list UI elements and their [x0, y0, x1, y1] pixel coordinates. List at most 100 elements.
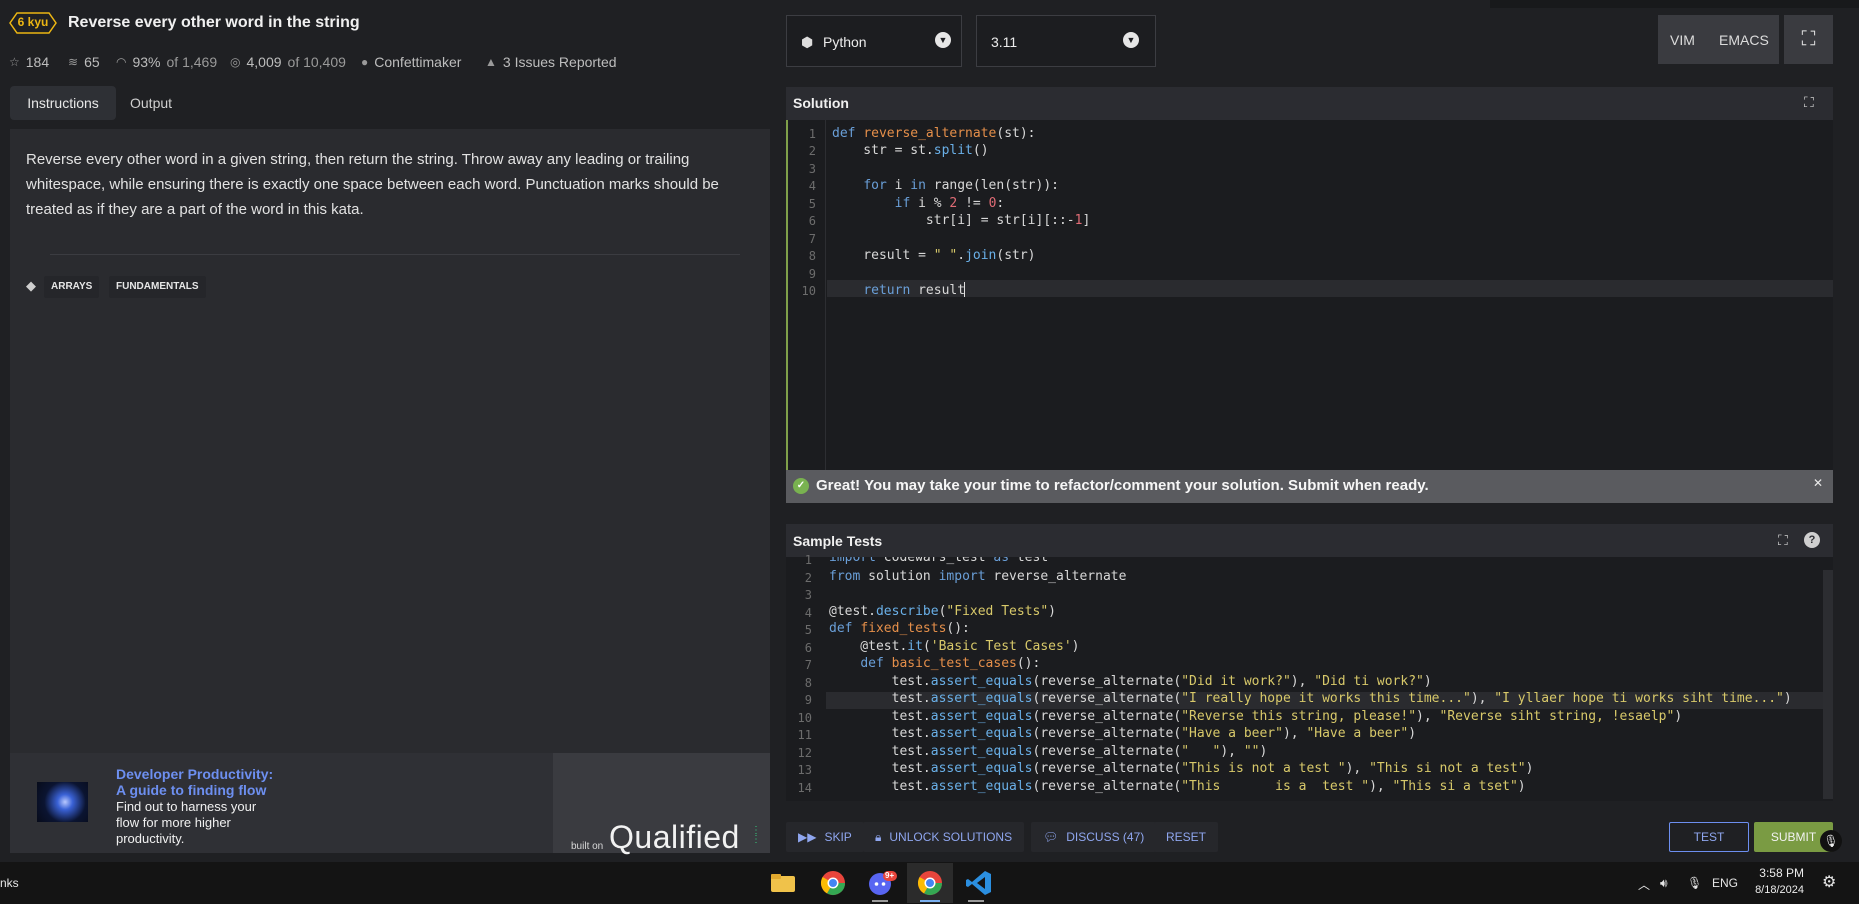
close-icon[interactable]: ✕	[1813, 476, 1823, 490]
file-explorer-icon[interactable]	[768, 868, 798, 898]
volume-icon[interactable]: 🔊︎	[1660, 876, 1668, 891]
scrollbar[interactable]	[1823, 570, 1833, 799]
active-line-highlight	[827, 280, 1833, 297]
chevron-up-icon[interactable]: ︿	[1638, 876, 1650, 893]
solution-title: Solution	[793, 95, 849, 111]
issues-stat[interactable]: ▲ 3 Issues Reported	[485, 54, 617, 70]
emacs-button[interactable]: EMACS	[1719, 32, 1769, 48]
rank-badge: 6 kyu	[9, 12, 57, 34]
taskbar-label[interactable]: nks	[0, 876, 19, 890]
language-indicator[interactable]: ENG	[1712, 876, 1738, 890]
language-value: Python	[823, 34, 867, 50]
unlock-label: UNLOCK SOLUTIONS	[889, 830, 1013, 844]
satisfaction-votes: of 1,469	[166, 54, 218, 70]
clock-time[interactable]: 3:58 PM	[1754, 866, 1804, 880]
ad-title-line1[interactable]: Developer Productivity:	[116, 766, 286, 782]
code-line: test.assert_equals(reverse_alternate("Th…	[829, 779, 1526, 794]
kata-description: Reverse every other word in a given stri…	[26, 151, 719, 218]
stars-count: 184	[25, 54, 50, 70]
instructions-panel	[10, 129, 770, 753]
chat-icon: 💬︎	[1043, 830, 1059, 844]
unlock-solutions-button[interactable]: 🔒︎ UNLOCK SOLUTIONS	[863, 822, 1025, 852]
check-icon: ✓	[793, 478, 809, 494]
code-line: test.assert_equals(reverse_alternate("Re…	[829, 709, 1683, 724]
lock-icon: 🔒︎	[875, 830, 882, 844]
line-number: 2	[808, 144, 816, 158]
code-line: import codewars_test as test	[829, 557, 1049, 565]
fullscreen-icon[interactable]: ⛶	[1784, 15, 1833, 64]
version-select[interactable]: 3.11 ▼	[976, 15, 1156, 67]
chrome-icon[interactable]	[818, 868, 848, 898]
microphone-icon[interactable]: 🎙︎	[1820, 830, 1842, 852]
stars-stat[interactable]: ☆ 184	[9, 54, 49, 70]
tag-arrays[interactable]: ARRAYS	[44, 276, 100, 298]
completed-stat: ◎ 4,009 of 10,409	[230, 54, 346, 70]
expand-icon[interactable]: ⛶	[1804, 94, 1814, 111]
code-line: def basic_test_cases():	[860, 656, 1041, 671]
code-line: def reverse_alternate(st):	[832, 126, 1036, 141]
collections-count: 65	[84, 54, 100, 70]
code-line: def fixed_tests():	[829, 621, 970, 636]
author-name[interactable]: Confettimaker	[374, 54, 461, 70]
code-line: for i in range(len(str)):	[863, 178, 1059, 193]
microphone-icon[interactable]: 🎙︎	[1687, 876, 1702, 890]
code-line: test.assert_equals(reverse_alternate("Di…	[829, 674, 1432, 689]
vscode-icon[interactable]	[964, 868, 994, 898]
line-number: 9	[808, 267, 816, 281]
skip-icon: ▶▶	[798, 830, 817, 844]
skip-button[interactable]: ▶▶ SKIP	[786, 822, 864, 852]
qualified-logo[interactable]: Qualified	[609, 819, 740, 856]
tests-header	[786, 524, 1833, 557]
code-line: str = st.split()	[832, 143, 989, 158]
clock-date[interactable]: 8/18/2024	[1746, 884, 1804, 896]
line-number: 8	[808, 249, 816, 263]
code-line: if i % 2 != 0:	[894, 196, 1005, 211]
notifications-icon[interactable]: ⚙︎	[1822, 872, 1836, 892]
qualified-dots-icon: ⋮ ⋮	[751, 825, 761, 845]
built-on-label: built on	[571, 841, 604, 852]
line-number: 6	[808, 214, 816, 228]
taskbar-indicator	[920, 900, 940, 902]
divider	[50, 254, 740, 255]
issues-link[interactable]: 3 Issues Reported	[503, 54, 617, 70]
ad-title[interactable]: Developer Productivity: A guide to findi…	[116, 766, 286, 798]
author-stat[interactable]: ● Confettimaker	[361, 54, 461, 70]
code-line: test.assert_equals(reverse_alternate("I …	[829, 691, 1792, 706]
test-button[interactable]: TEST	[1669, 822, 1749, 852]
code-line: test.assert_equals(reverse_alternate("Ha…	[829, 726, 1417, 741]
line-number: 10	[801, 284, 816, 298]
line-number: 4	[808, 179, 816, 193]
line-gutter: 1 2 3 4 5 6 7 8 9 10	[788, 120, 826, 471]
tag-fundamentals[interactable]: FUNDAMENTALS	[109, 276, 206, 298]
ad-image[interactable]	[37, 782, 88, 822]
code-line: test.assert_equals(reverse_alternate(" "…	[829, 744, 1268, 759]
tests-title: Sample Tests	[793, 533, 883, 549]
status-message: Great! You may take your time to refacto…	[816, 477, 1429, 494]
code-line: test.assert_equals(reverse_alternate("Th…	[829, 761, 1534, 776]
solution-header	[786, 87, 1833, 120]
attempted-count: of 10,409	[287, 54, 346, 70]
vim-button[interactable]: VIM	[1670, 32, 1695, 48]
satisfaction-stat: ◠ 93% of 1,469	[116, 54, 217, 70]
line-number: 5	[808, 197, 816, 211]
ad-title-line2[interactable]: A guide to finding flow	[116, 782, 286, 798]
user-icon: ●	[361, 55, 369, 69]
chrome-icon[interactable]	[915, 868, 945, 898]
taskbar-indicator	[968, 900, 984, 902]
language-select[interactable]: ⬢ Python ▼	[786, 15, 962, 67]
satisfaction-rating: 93%	[132, 54, 161, 70]
collections-stat[interactable]: ≋ 65	[68, 54, 100, 70]
line-number: 3	[808, 162, 816, 176]
tag-icon: ◆	[26, 278, 36, 293]
tab-output[interactable]: Output	[130, 86, 172, 120]
help-icon[interactable]: ?	[1804, 532, 1820, 548]
line-number: 1	[808, 127, 816, 141]
discuss-button[interactable]: 💬︎ DISCUSS (47)	[1031, 822, 1157, 852]
expand-icon[interactable]: ⛶	[1778, 532, 1788, 549]
discord-icon[interactable]: 9+	[867, 868, 897, 898]
discuss-label: DISCUSS (47)	[1066, 830, 1145, 844]
tests-code[interactable]: import codewars_test as test from soluti…	[786, 557, 1821, 801]
tab-instructions[interactable]: Instructions	[10, 86, 116, 120]
python-icon: ⬢	[801, 34, 814, 50]
reset-button[interactable]: RESET	[1154, 822, 1219, 852]
